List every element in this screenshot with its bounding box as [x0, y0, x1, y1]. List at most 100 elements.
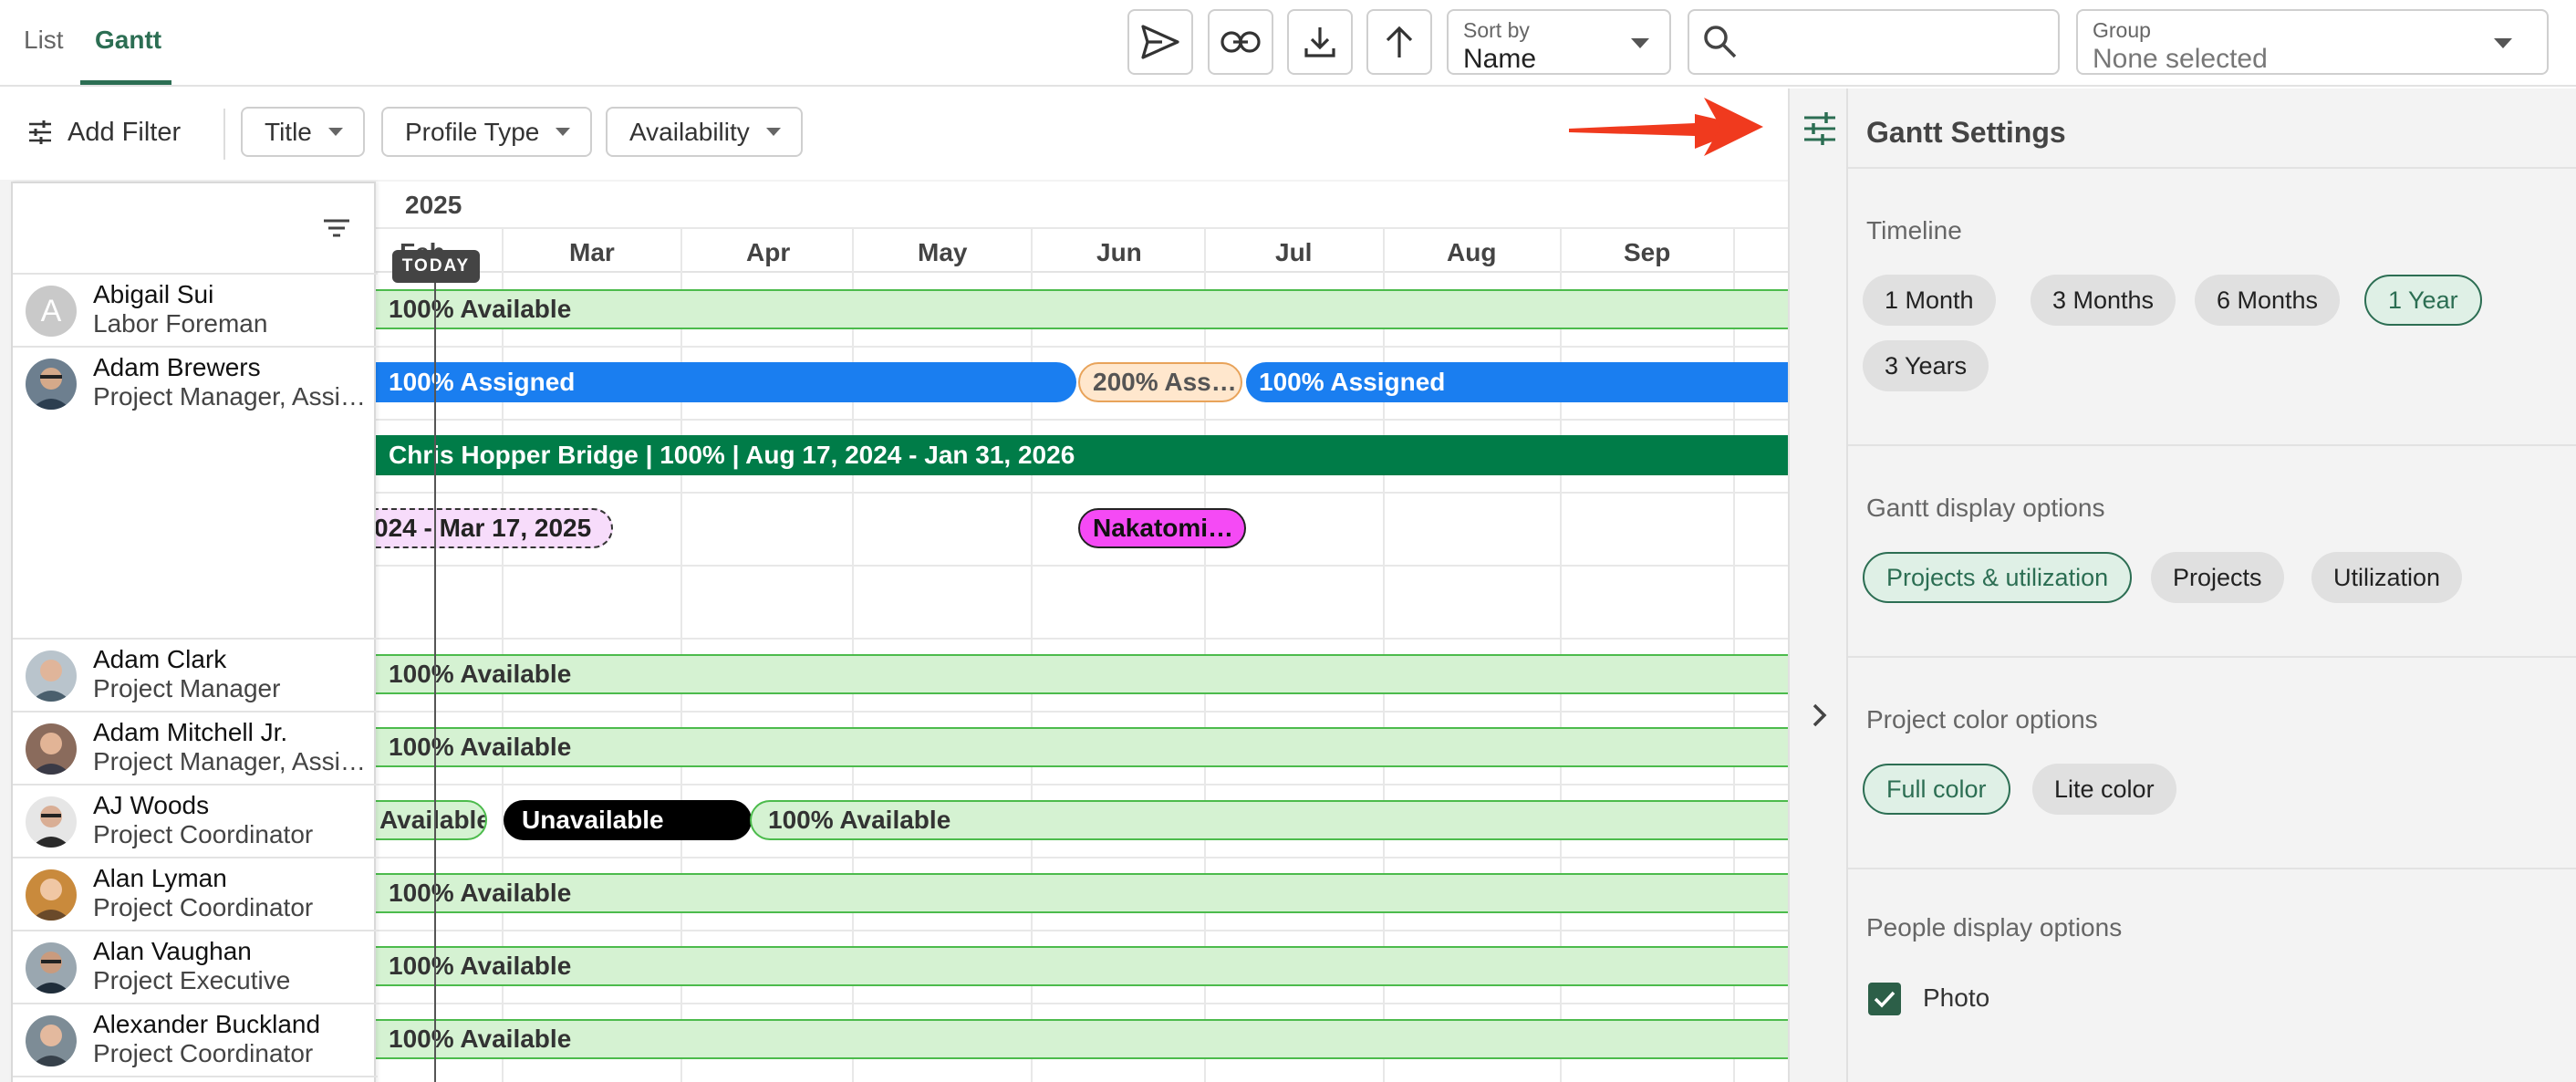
- month-label: Sep: [1624, 238, 1671, 266]
- settings-gutter: [1788, 88, 1848, 1082]
- month-label: Jun: [1096, 238, 1142, 266]
- copy-link-button[interactable]: [1208, 9, 1273, 75]
- send-button[interactable]: [1127, 9, 1193, 75]
- settings-title: Gantt Settings: [1866, 116, 2066, 149]
- person-row[interactable]: Adam Mitchell Jr. Project Manager, Assis…: [13, 713, 378, 785]
- filter-availability[interactable]: Availability: [606, 107, 803, 157]
- today-marker: TODAY: [392, 250, 480, 283]
- unavailable-bar[interactable]: Unavailable: [504, 800, 752, 840]
- gantt-timeline: 2025 Feb Mar Apr May Jun Jul Aug Sep TOD: [376, 182, 1790, 1082]
- month-header: Feb Mar Apr May Jun Jul Aug Sep: [376, 227, 1790, 273]
- display-option-projects-utilization[interactable]: Projects & utilization: [1863, 552, 2133, 603]
- section-title-timeline: Timeline: [1866, 216, 1962, 244]
- timeline-option-1-year[interactable]: 1 Year: [2364, 275, 2482, 326]
- download-button[interactable]: [1287, 9, 1353, 75]
- person-role: Project Coordinator: [93, 1039, 314, 1067]
- display-option-projects[interactable]: Projects: [2151, 552, 2284, 603]
- annotation-arrow: [1567, 96, 1768, 160]
- tab-gantt[interactable]: Gantt: [95, 26, 161, 55]
- chevron-down-icon: [2494, 38, 2512, 48]
- top-bar: List Gantt Sort by Name Group None selec…: [0, 0, 2576, 87]
- overallocation-bar[interactable]: 200% Ass…: [1078, 362, 1242, 402]
- person-role: Project Manager: [93, 674, 281, 702]
- avatar: [26, 1015, 77, 1066]
- sort-filter-icon[interactable]: [323, 218, 350, 238]
- person-row[interactable]: Alan Lyman Project Coordinator: [13, 858, 378, 931]
- person-row[interactable]: Alexander Buckland Project Coordinator: [13, 1004, 378, 1077]
- avatar: [26, 723, 77, 775]
- divider: [1848, 167, 2576, 169]
- photo-label: Photo: [1923, 983, 1990, 1012]
- project-bar[interactable]: Chris Hopper Bridge | 100% | Aug 17, 202…: [376, 435, 1790, 475]
- photo-checkbox[interactable]: [1868, 983, 1901, 1015]
- project-bar-tentative[interactable]: 024 - Mar 17, 2025: [376, 508, 613, 548]
- month-label: Jul: [1275, 238, 1313, 266]
- arrow-up-icon: [1386, 26, 1413, 57]
- filter-profile-type-label: Profile Type: [405, 117, 540, 146]
- chevron-down-icon: [556, 128, 571, 136]
- assignment-bar[interactable]: 100% Assigned: [1246, 362, 1790, 402]
- active-tab-indicator: [80, 80, 171, 85]
- avatar: [26, 869, 77, 921]
- person-row[interactable]: AJ Woods Project Coordinator: [13, 785, 378, 858]
- avatar: [26, 359, 77, 410]
- color-option-full[interactable]: Full color: [1863, 764, 2010, 815]
- timeline-option-6-months[interactable]: 6 Months: [2195, 275, 2341, 326]
- timeline-option-3-months[interactable]: 3 Months: [2031, 275, 2176, 326]
- filter-profile-type[interactable]: Profile Type: [381, 107, 593, 157]
- upload-button[interactable]: [1366, 9, 1432, 75]
- availability-bar[interactable]: 100% Available: [376, 289, 1790, 329]
- assignment-bar[interactable]: 100% Assigned: [376, 362, 1076, 402]
- avatar: [26, 942, 77, 994]
- person-row[interactable]: Adam Clark Project Manager: [13, 640, 378, 713]
- chevron-down-icon: [327, 128, 343, 136]
- availability-bar[interactable]: 100% Available: [376, 1019, 1790, 1059]
- row-line: [376, 711, 1790, 713]
- add-filter-button[interactable]: Add Filter: [27, 114, 181, 151]
- sort-by-label: Sort by: [1463, 18, 1530, 42]
- availability-bar[interactable]: 100% Available: [750, 800, 1790, 840]
- chevron-down-icon: [1631, 38, 1649, 48]
- row-line: [376, 1003, 1790, 1004]
- section-title-display: Gantt display options: [1866, 494, 2105, 522]
- person-role: Project Executive: [93, 966, 291, 994]
- people-header: [13, 183, 378, 275]
- divider: [223, 109, 225, 160]
- availability-bar[interactable]: Available: [376, 800, 487, 840]
- person-role: Project Manager, Assistant: [93, 747, 370, 775]
- availability-bar[interactable]: 100% Available: [376, 654, 1790, 694]
- search-input[interactable]: [1751, 24, 2043, 60]
- person-role: Project Coordinator: [93, 893, 314, 921]
- person-name: Adam Mitchell Jr.: [93, 718, 288, 746]
- settings-sliders-icon[interactable]: [1802, 112, 1837, 145]
- availability-bar[interactable]: 100% Available: [376, 946, 1790, 986]
- tab-list[interactable]: List: [24, 26, 64, 55]
- group-select[interactable]: Group None selected: [2076, 9, 2549, 75]
- availability-bar[interactable]: 100% Available: [376, 873, 1790, 913]
- month-label: May: [918, 238, 968, 266]
- timeline-option-3-years[interactable]: 3 Years: [1863, 340, 1989, 391]
- person-name: Alan Vaughan: [93, 937, 252, 965]
- link-icon: [1220, 31, 1261, 53]
- row-line: [376, 346, 1790, 348]
- row-line: [376, 565, 1790, 567]
- color-option-lite[interactable]: Lite color: [2032, 764, 2176, 815]
- search-field[interactable]: [1688, 9, 2060, 75]
- display-option-utilization[interactable]: Utilization: [2311, 552, 2463, 603]
- sort-by-value: Name: [1463, 44, 1537, 74]
- person-name: Alan Lyman: [93, 864, 227, 892]
- section-title-color: Project color options: [1866, 705, 2098, 733]
- chevron-right-icon[interactable]: [1810, 702, 1830, 729]
- person-row[interactable]: Adam Brewers Project Manager, Assistant: [13, 348, 378, 640]
- timeline-option-1-month[interactable]: 1 Month: [1863, 275, 1996, 326]
- project-bar[interactable]: Nakatomi…: [1078, 508, 1246, 548]
- availability-bar[interactable]: 100% Available: [376, 727, 1790, 767]
- person-row[interactable]: Alan Vaughan Project Executive: [13, 931, 378, 1004]
- person-row[interactable]: A Abigail Sui Labor Foreman: [13, 275, 378, 348]
- person-role: Project Coordinator: [93, 820, 314, 848]
- chevron-down-icon: [765, 128, 781, 136]
- filter-title[interactable]: Title: [241, 107, 365, 157]
- month-label: Apr: [746, 238, 791, 266]
- sort-by-select[interactable]: Sort by Name: [1447, 9, 1671, 75]
- person-role: Labor Foreman: [93, 309, 268, 338]
